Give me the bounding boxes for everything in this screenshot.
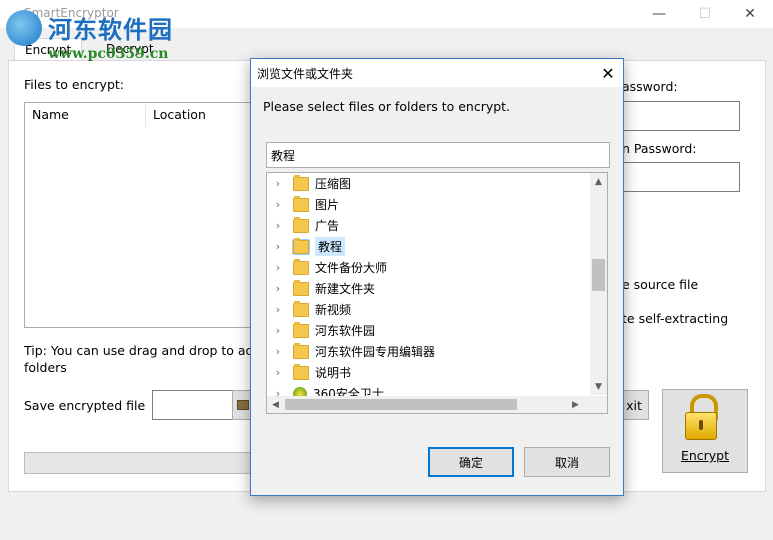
tree-item-label: 文件备份大师 [315,261,388,275]
close-button[interactable]: ✕ [727,0,773,28]
password-input[interactable] [620,101,740,131]
chevron-right-icon[interactable]: › [267,345,289,358]
tree-item-label: 说明书 [315,366,352,380]
tree-horizontal-scrollbar[interactable]: ◀ ▶ [267,396,607,413]
folder-icon [293,258,309,275]
chevron-right-icon[interactable]: › [267,219,289,232]
column-location-header[interactable]: Location [146,103,263,127]
browse-icon [237,400,249,410]
chevron-right-icon[interactable]: › [267,303,289,316]
folder-icon [293,195,309,212]
folder-path-input[interactable]: 教程 [266,142,610,168]
tree-item-label: 教程 [315,237,346,256]
exit-button[interactable]: xit [620,390,649,420]
tip-text: Tip: You can use drag and drop to add [24,343,262,358]
confirm-password-label: n Password: [622,141,697,156]
browse-dialog: 浏览文件或文件夹 ✕ Please select files or folder… [250,58,624,496]
folder-icon [293,279,309,296]
scroll-right-icon[interactable]: ▶ [567,396,584,413]
tree-item[interactable]: › 说明书 [267,362,587,383]
folder-icon [293,216,309,233]
tree-item-label: 压缩图 [315,177,352,191]
tree-item[interactable]: › 新视频 [267,299,587,320]
scroll-left-icon[interactable]: ◀ [267,396,284,413]
encrypt-button-label: Encrypt [680,448,730,463]
dialog-prompt: Please select files or folders to encryp… [263,99,511,114]
watermark-text: 河东软件园 [48,15,173,44]
encrypt-button[interactable]: Encrypt [662,389,748,473]
folder-tree[interactable]: › 压缩图 › 图片 › 广告 › 教程 › 文件备份大师 › 新建文件夹 › 新视频 › 河东软件园 › 河东软… [266,172,608,414]
tree-item-label: 新建文件夹 [315,282,376,296]
scroll-down-icon[interactable]: ▼ [590,378,607,395]
folder-icon [293,321,309,338]
chevron-right-icon[interactable]: › [267,282,289,295]
folder-icon [293,363,309,380]
tree-item-label: 广告 [315,219,340,233]
maximize-button[interactable]: ☐ [682,0,728,28]
delete-source-option[interactable]: e source file [622,277,698,292]
dialog-close-button[interactable]: ✕ [593,59,623,87]
dialog-title-bar: 浏览文件或文件夹 ✕ [251,59,623,87]
folder-icon [293,300,309,317]
tree-item-label: 图片 [315,198,340,212]
tree-item-label: 河东软件园 [315,324,376,338]
password-label: assword: [622,79,678,94]
tree-item[interactable]: › 河东软件园 [267,320,587,341]
watermark-logo [6,10,42,46]
tree-item[interactable]: › 图片 [267,194,587,215]
progress-bar [24,452,256,474]
scroll-thumb-vertical[interactable] [592,259,605,291]
chevron-right-icon[interactable]: › [267,240,289,253]
minimize-button[interactable]: — [636,0,682,28]
keyhole [699,420,703,430]
chevron-right-icon[interactable]: › [267,177,289,190]
tip-text-line2: folders [24,360,67,375]
ok-button[interactable]: 确定 [428,447,514,477]
cancel-button[interactable]: 取消 [524,447,610,477]
self-extracting-option[interactable]: te self-extracting [622,311,728,326]
chevron-right-icon[interactable]: › [267,198,289,211]
scroll-up-icon[interactable]: ▲ [590,173,607,190]
tree-item[interactable]: › 广告 [267,215,587,236]
save-encrypted-label: Save encrypted file [24,398,146,413]
watermark-url: www.pc0359.cn [48,46,169,62]
tree-item[interactable]: › 新建文件夹 [267,278,587,299]
file-list[interactable]: Name Location [24,102,266,328]
save-path-input[interactable] [152,390,234,420]
tree-item[interactable]: › 文件备份大师 [267,257,587,278]
tree-item[interactable]: › 河东软件园专用编辑器 [267,341,587,362]
tree-item-label: 新视频 [315,303,352,317]
tree-item[interactable]: › 教程 [267,236,587,257]
folder-icon [292,237,310,255]
chevron-right-icon[interactable]: › [267,324,289,337]
confirm-password-input[interactable] [620,162,740,192]
column-name-header[interactable]: Name [25,103,146,127]
folder-icon [293,342,309,359]
files-to-encrypt-label: Files to encrypt: [24,77,124,92]
chevron-right-icon[interactable]: › [267,261,289,274]
tree-item[interactable]: › 压缩图 [267,173,587,194]
scroll-thumb-horizontal[interactable] [285,399,517,410]
dialog-title: 浏览文件或文件夹 [257,67,354,81]
tree-vertical-scrollbar[interactable]: ▲ ▼ [590,173,607,395]
chevron-right-icon[interactable]: › [267,366,289,379]
folder-icon [293,174,309,191]
folder-path-value: 教程 [271,149,296,163]
tree-item-label: 河东软件园专用编辑器 [315,345,436,359]
